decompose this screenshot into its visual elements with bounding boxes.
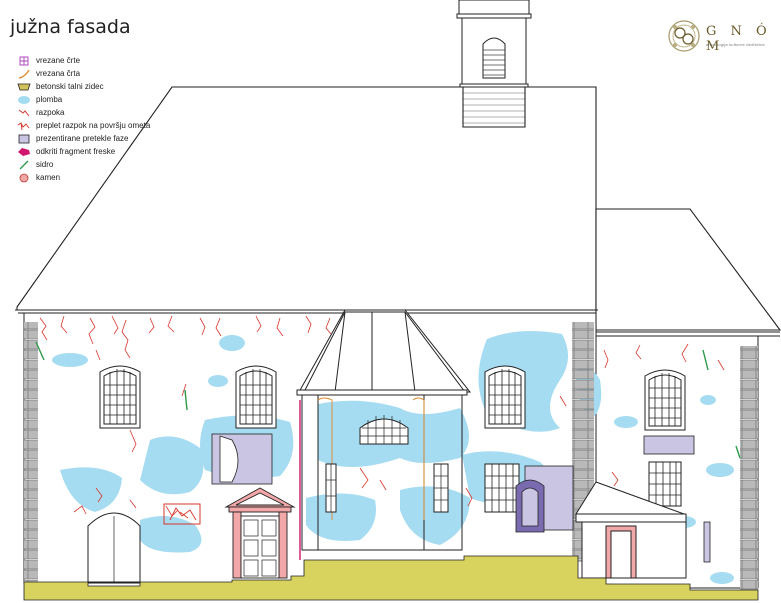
legend: vrezane črte vrezana črta betonski talni…: [17, 54, 150, 184]
legend-label: odkriti fragment freske: [36, 147, 116, 156]
window-3: [484, 365, 526, 429]
patch-icon: [18, 95, 30, 104]
legend-item: betonski talni zidec: [17, 80, 150, 93]
legend-item: prezentirane pretekle faze: [17, 132, 150, 145]
bell-tower: [456, 0, 532, 128]
window-6: [648, 461, 682, 507]
legend-label: prezentirane pretekle faze: [36, 134, 129, 143]
legend-label: vrezana črta: [36, 69, 81, 78]
legend-item: vrezane črte: [17, 54, 150, 67]
legend-label: sidro: [36, 160, 54, 169]
gnom-logo-icon: [668, 20, 700, 52]
window-chapel-left: [325, 463, 337, 513]
legend-item: kamen: [17, 171, 150, 184]
legend-item: plomba: [17, 93, 150, 106]
crack-network-icon: [17, 121, 30, 130]
crack-icon: [18, 109, 30, 116]
legend-item: razpoka: [17, 106, 150, 119]
legend-label: betonski talni zidec: [36, 82, 104, 91]
page-title: južna fasada: [10, 16, 131, 38]
window-4: [644, 369, 686, 431]
legend-label: razpoka: [36, 108, 65, 117]
window-5: [484, 463, 520, 513]
past-phase-icon: [18, 134, 30, 143]
incised-lines-icon: [19, 56, 29, 65]
legend-label: vrezane črte: [36, 56, 81, 65]
stone-icon: [19, 173, 29, 182]
incised-line-icon: [18, 69, 30, 79]
legend-label: kamen: [36, 173, 61, 182]
legend-label: plomba: [36, 95, 63, 104]
window-1: [99, 365, 141, 429]
legend-item: preplet razpok na površju ometa: [17, 119, 150, 132]
legend-label: preplet razpok na površju ometa: [36, 121, 151, 130]
window-chapel-right: [433, 463, 449, 513]
anchor-icon: [19, 160, 29, 169]
fresco-fragment-icon: [18, 147, 30, 156]
logo-tagline: arheologija kulturne dediščine: [706, 42, 765, 47]
legend-item: odkriti fragment freske: [17, 145, 150, 158]
concrete-plinth-icon: [17, 83, 31, 90]
legend-item: vrezana črta: [17, 67, 150, 80]
gnom-logo: G N Ó M arheologija kulturne dediščine: [666, 18, 774, 56]
window-2: [235, 365, 277, 429]
main-portal: [224, 487, 296, 579]
left-gate: [87, 512, 141, 583]
logo-name: G N Ó M: [706, 24, 772, 54]
legend-item: sidro: [17, 158, 150, 171]
